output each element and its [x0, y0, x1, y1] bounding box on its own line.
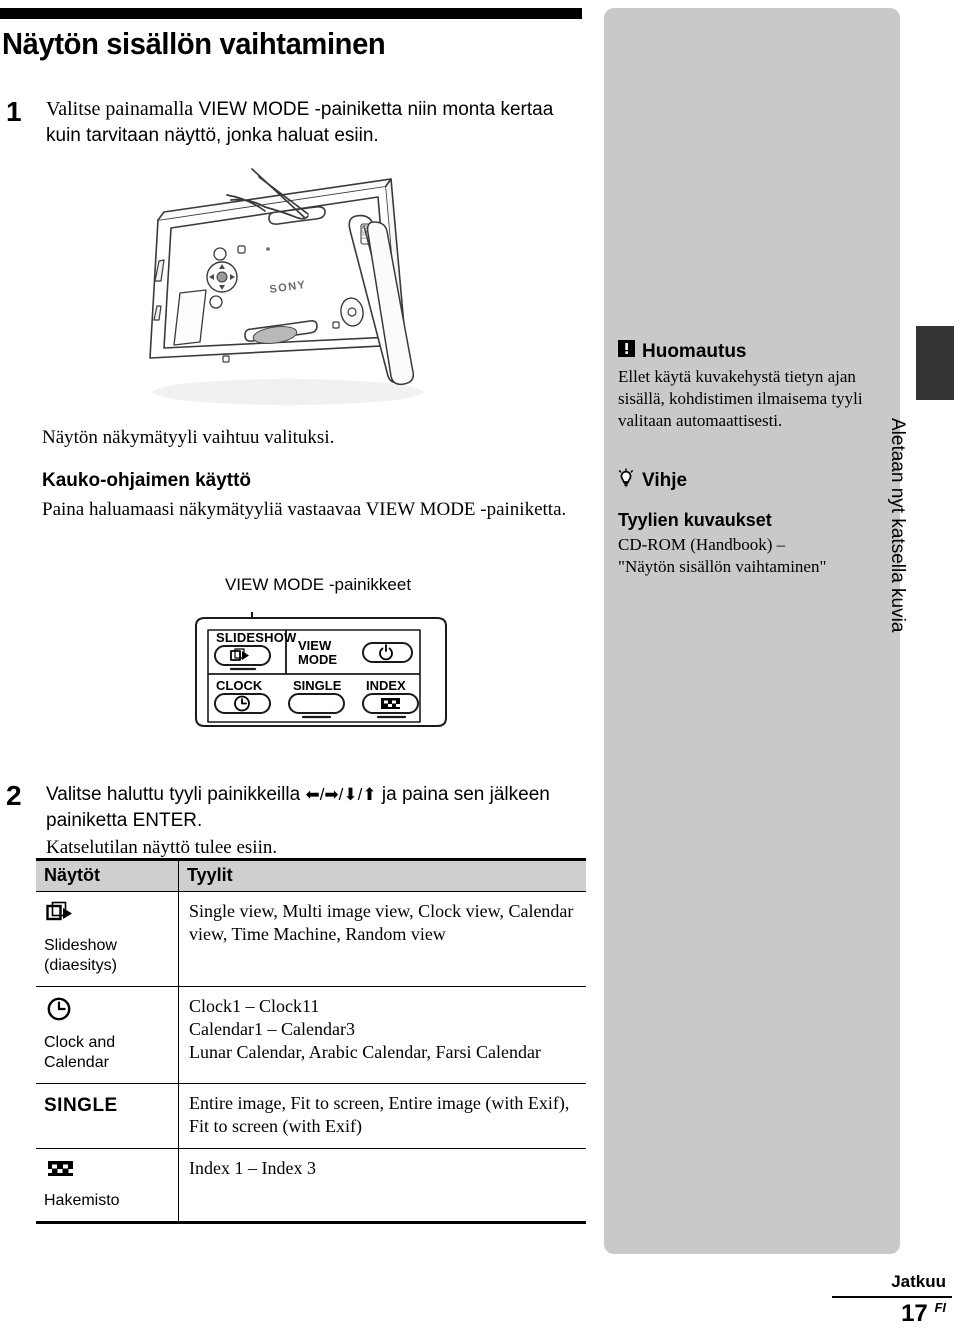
tip-body-line-2: "Näytön sisällön vaihtaminen" [618, 557, 827, 576]
table-row: Slideshow (diaesitys) Single view, Multi… [36, 891, 586, 987]
tip-heading: Vihje [617, 468, 687, 494]
table-cell-display-label-1: SINGLE [44, 1095, 118, 1116]
sidebar-panel [604, 8, 900, 1254]
svg-text:CLOCK: CLOCK [216, 678, 263, 693]
svg-text:VIEW: VIEW [298, 638, 332, 653]
table-cell-display: SINGLE [36, 1083, 179, 1149]
table-cell-display-label-2: Calendar [44, 1054, 109, 1071]
tip-heading-label: Vihje [642, 470, 688, 491]
table-cell-display: Slideshow (diaesitys) [36, 891, 179, 987]
step-1-lead: Valitse painamalla [46, 98, 194, 120]
table-cell-display-label-1: Slideshow [44, 937, 117, 954]
index-icon [46, 1158, 172, 1185]
remote-control-illustration: SLIDESHOW VIEW MODE CLOCK SINGLE INDEX [186, 611, 456, 732]
footer-rule [832, 1296, 952, 1298]
clock-icon [46, 996, 172, 1027]
table-cell-display-label-1: Hakemisto [44, 1192, 120, 1209]
table-header-styles: Tyylit [178, 858, 586, 892]
page-number: 17 FI [901, 1300, 946, 1328]
tip-subtitle: Tyylien kuvaukset [618, 510, 772, 530]
table-cell-display: Clock and Calendar [36, 986, 179, 1084]
svg-text:MODE: MODE [298, 652, 337, 667]
note-heading: Huomautus [618, 340, 747, 363]
table-row: SINGLE Entire image, Fit to screen, Enti… [36, 1083, 586, 1149]
viewmode-buttons-caption: VIEW MODE -painikkeet [224, 575, 412, 594]
remote-subtext: Paina haluamaasi näkymätyyliä vastaavaa … [42, 499, 567, 520]
arrow-keys-glyphs: ⬅/➡/⬇/⬆ [305, 785, 377, 804]
table-cell-styles: Index 1 – Index 3 [178, 1148, 586, 1224]
table-header-displays: Näytöt [36, 858, 179, 892]
continued-label: Jatkuu [891, 1272, 946, 1291]
svg-text:INDEX: INDEX [366, 678, 406, 693]
section-tab-label: Aletaan nyt katsella kuvia [887, 418, 908, 633]
step-2-lead: Valitse haluttu tyyli painikkeilla [46, 784, 301, 805]
view-modes-table: Näytöt Tyylit Slideshow (diaesitys) Sing… [36, 858, 586, 1224]
tip-body: CD-ROM (Handbook) – "Näytön sisällön vai… [618, 534, 882, 578]
step-2-result: Katselutilan näyttö tulee esiin. [46, 837, 278, 858]
step-1-instruction: Valitse painamalla VIEW MODE -painiketta… [46, 96, 576, 149]
table-cell-styles: Single view, Multi image view, Clock vie… [178, 891, 586, 987]
note-body: Ellet käytä kuvakehystä tietyn ajan sisä… [618, 367, 863, 430]
step-2-instruction: Valitse haluttu tyyli painikkeilla ⬅/➡/⬇… [46, 782, 586, 834]
step-2-number: 2 [6, 780, 22, 811]
table-cell-display: Hakemisto [36, 1148, 179, 1224]
table-header-row: Näytöt Tyylit [36, 858, 586, 892]
step-1-number: 1 [6, 96, 22, 127]
table-cell-display-label-1: Clock and [44, 1034, 116, 1051]
page-title: Näytön sisällön vaihtaminen [2, 26, 386, 61]
table-cell-styles: Entire image, Fit to screen, Entire imag… [178, 1083, 586, 1149]
svg-text:SINGLE: SINGLE [293, 678, 342, 693]
lightbulb-icon [617, 468, 635, 494]
title-rule [0, 8, 582, 19]
page-language-code: FI [934, 1300, 946, 1315]
table-cell-styles: Clock1 – Clock11 Calendar1 – Calendar3 L… [178, 986, 586, 1084]
table-cell-display-label-2: (diaesitys) [44, 957, 117, 974]
table-row: Hakemisto Index 1 – Index 3 [36, 1148, 586, 1224]
slideshow-icon [46, 901, 172, 930]
svg-text:SLIDESHOW: SLIDESHOW [216, 630, 297, 645]
warning-icon [618, 340, 635, 363]
tip-body-line-1: CD-ROM (Handbook) – [618, 535, 786, 554]
photo-frame-illustration: SONY USB [128, 160, 458, 415]
step-1-result: Näytön näkymätyyli vaihtuu valituksi. [42, 427, 335, 448]
note-heading-label: Huomautus [642, 340, 747, 362]
table-row: Clock and Calendar Clock1 – Clock11 Cale… [36, 986, 586, 1084]
remote-subheading: Kauko-ohjaimen käyttö [42, 470, 252, 491]
page-number-value: 17 [901, 1300, 928, 1327]
section-tab-marker [916, 326, 954, 400]
